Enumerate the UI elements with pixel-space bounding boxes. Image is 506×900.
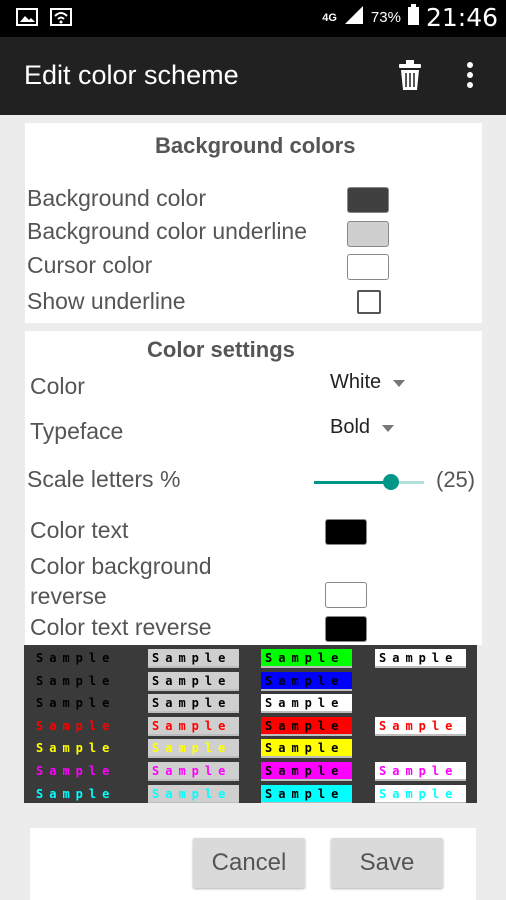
preview-sample: Sample: [36, 764, 116, 778]
preview-sample: Sample: [261, 694, 352, 714]
scale-letters-slider[interactable]: [314, 470, 424, 494]
page-title: Edit color scheme: [24, 60, 239, 90]
scale-letters-value: (25): [436, 467, 476, 492]
color-text-reverse-swatch[interactable]: [325, 616, 367, 642]
preview-sample: Sample: [148, 649, 239, 668]
preview-sample: Sample: [36, 718, 116, 733]
scale-letters-label: Scale letters %: [27, 466, 181, 492]
cursor-color-swatch[interactable]: [347, 254, 389, 280]
background-underline-label: Background color underline: [27, 218, 308, 244]
typeface-dropdown[interactable]: Bold: [330, 416, 395, 439]
preview-sample: Sample: [148, 784, 239, 803]
trash-icon: [399, 60, 421, 90]
preview-sample: Sample: [36, 651, 116, 665]
background-underline-swatch[interactable]: [347, 221, 389, 247]
battery-icon: [407, 4, 420, 31]
more-vert-icon: [467, 62, 473, 88]
save-button[interactable]: Save: [331, 838, 443, 888]
cancel-button[interactable]: Cancel: [193, 838, 305, 888]
cursor-color-label: Cursor color: [27, 252, 153, 278]
preview-sample: Sample: [375, 649, 466, 668]
overflow-menu-button[interactable]: [466, 61, 474, 94]
preview-sample: Sample: [36, 673, 116, 688]
color-settings-heading: Color settings: [147, 337, 295, 362]
preview-sample: Sample: [261, 784, 352, 803]
dropdown-arrow-icon: [382, 425, 395, 432]
gallery-icon: [16, 7, 38, 32]
color-text-swatch[interactable]: [325, 519, 367, 545]
signal-icon: [343, 5, 365, 30]
typeface-dropdown-value: Bold: [330, 416, 371, 438]
preview-sample: Sample: [261, 671, 352, 691]
preview-sample: Sample: [148, 716, 239, 736]
color-dropdown-value: White: [330, 371, 382, 393]
slider-thumb[interactable]: [383, 474, 399, 490]
background-color-label: Background color: [27, 185, 206, 211]
show-underline-label: Show underline: [27, 288, 186, 314]
preview-sample: Sample: [148, 694, 239, 714]
preview-sample: Sample: [148, 739, 239, 759]
preview-sample: Sample: [36, 696, 116, 711]
dropdown-arrow-icon: [393, 380, 406, 387]
show-underline-checkbox[interactable]: [357, 290, 381, 314]
typeface-label: Typeface: [30, 418, 124, 444]
preview-sample: Sample: [261, 649, 352, 668]
app-bar: Edit color scheme: [0, 37, 506, 115]
preview-sample: Sample: [375, 762, 466, 781]
background-color-swatch[interactable]: [347, 187, 389, 213]
clock: 21:46: [425, 3, 498, 32]
color-text-label: Color text: [30, 517, 129, 543]
preview-sample: Sample: [375, 784, 466, 803]
preview-sample: Sample: [261, 739, 352, 759]
preview-sample: Sample: [148, 671, 239, 691]
wifi-icon: [50, 7, 72, 32]
color-text-reverse-label: Color text reverse: [30, 614, 212, 640]
slider-track-active: [314, 481, 391, 484]
battery-percent: 73%: [370, 9, 401, 26]
color-preview-panel: Sample Sample Sample Sample Sample Sample Samp…: [24, 645, 477, 803]
color-label: Color: [30, 373, 85, 399]
preview-sample: Sample: [36, 741, 116, 756]
color-background-reverse-swatch[interactable]: [325, 582, 367, 608]
preview-sample: Sample: [375, 716, 466, 736]
color-background-reverse-label: Color background reverse: [30, 553, 212, 609]
preview-sample: Sample: [261, 762, 352, 781]
preview-sample: Sample: [36, 786, 116, 801]
color-dropdown[interactable]: White: [330, 371, 406, 394]
preview-sample: Sample: [148, 762, 239, 781]
preview-sample: Sample: [261, 716, 352, 736]
network-type: 4G: [322, 11, 337, 24]
delete-button[interactable]: [397, 59, 423, 96]
background-colors-heading: Background colors: [155, 133, 356, 158]
status-bar: 4G 73% 21:46: [0, 0, 506, 37]
